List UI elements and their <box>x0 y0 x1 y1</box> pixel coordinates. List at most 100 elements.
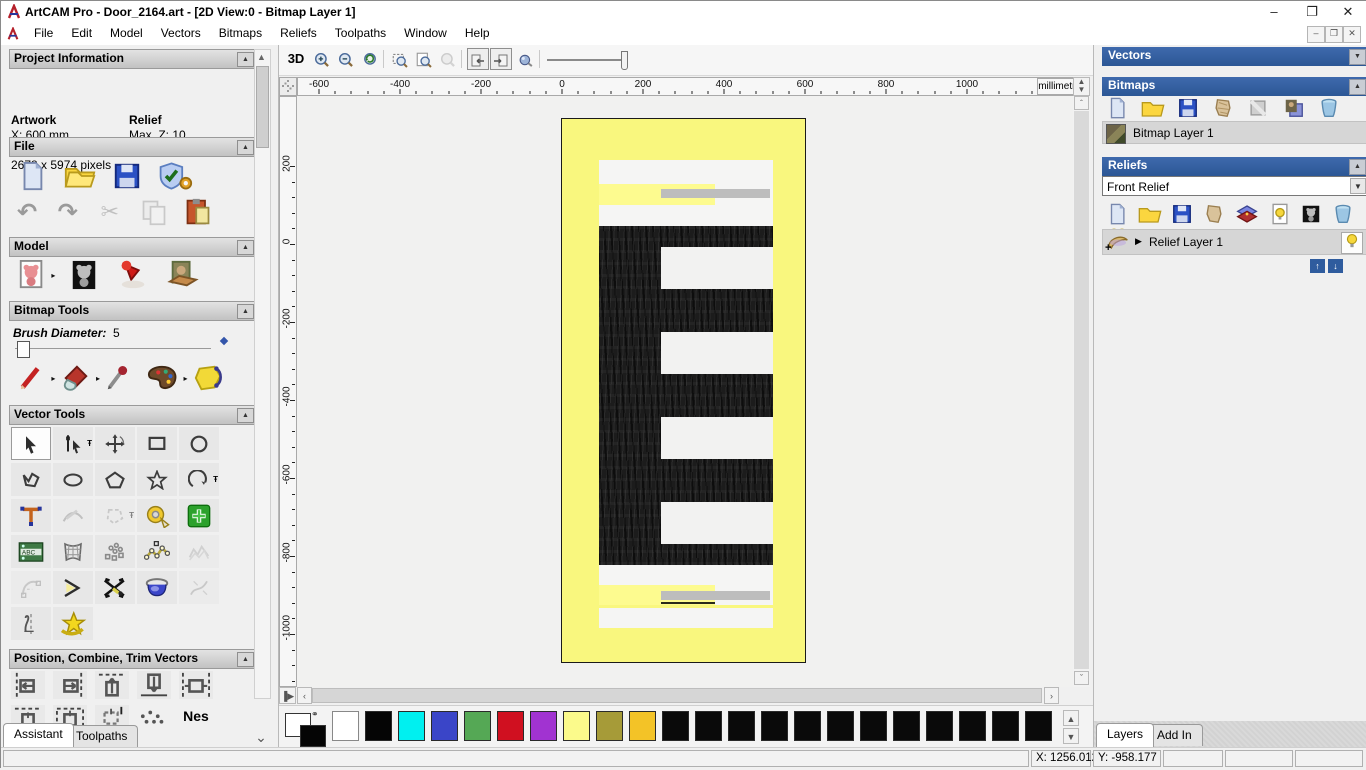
scroll-down-icon[interactable]: ˇ <box>1074 671 1089 685</box>
new-layer-icon[interactable] <box>1106 97 1128 119</box>
layer-visibility-icon[interactable] <box>1270 203 1290 225</box>
menu-reliefs[interactable]: Reliefs <box>271 23 326 43</box>
delete-crumple-icon[interactable] <box>1212 97 1234 119</box>
rectangle-icon[interactable] <box>137 427 177 460</box>
redo-icon[interactable]: ↷ <box>58 198 78 226</box>
link-colours-icon[interactable]: ⚭ <box>311 709 319 720</box>
restore-icon[interactable]: ❐ <box>1295 1 1329 23</box>
section-icon[interactable] <box>11 607 51 640</box>
collapse-up-icon[interactable]: ▲ <box>237 140 254 155</box>
measure-icon[interactable] <box>137 499 177 532</box>
collapse-up-icon[interactable]: ▲ <box>1349 159 1366 175</box>
expander-icon[interactable]: ▶ <box>1135 236 1142 247</box>
collapse-up-icon[interactable]: ▲ <box>237 408 254 423</box>
weld-icon[interactable] <box>137 571 177 604</box>
scroll-thumb[interactable] <box>256 66 269 148</box>
mdi-restore-icon[interactable]: ❐ <box>1325 26 1343 43</box>
visibility-bulb-icon[interactable] <box>1341 232 1363 254</box>
open-icon[interactable] <box>64 161 96 191</box>
hscroll-thumb[interactable] <box>312 688 1042 703</box>
bitmaps-header[interactable]: Bitmaps ▲ <box>1102 77 1366 96</box>
node-edit-icon[interactable]: Ŧ <box>53 427 93 460</box>
relief-layer-row[interactable]: + ▶ Relief Layer 1 <box>1102 229 1366 255</box>
section-position-combine-trim[interactable]: Position, Combine, Trim Vectors ▲ <box>9 649 257 669</box>
dropdown-arrow-icon[interactable]: ▼ <box>1350 178 1366 194</box>
paste-plus-icon[interactable] <box>179 499 219 532</box>
menu-model[interactable]: Model <box>101 23 152 43</box>
block-copy-icon[interactable] <box>95 535 135 568</box>
units-spinner[interactable]: ▲ ▼ <box>1073 77 1090 96</box>
polyline-icon[interactable] <box>11 463 51 496</box>
flood-fill-icon[interactable] <box>60 363 92 393</box>
flyout-icon[interactable]: ▸ <box>183 374 187 383</box>
horizontal-scrollbar[interactable]: ‹ › <box>297 687 1073 704</box>
colour-swatch[interactable] <box>629 711 656 741</box>
collapse-up-icon[interactable]: ▲ <box>237 304 254 319</box>
trash-icon[interactable] <box>1332 203 1354 225</box>
colour-swatch[interactable] <box>926 711 953 741</box>
text-block-icon[interactable]: ABC <box>11 535 51 568</box>
collapse-up-icon[interactable]: ▲ <box>237 52 254 67</box>
ellipse-icon[interactable] <box>53 463 93 496</box>
view-3d-button[interactable]: 3D <box>285 48 307 70</box>
colour-swatch[interactable] <box>497 711 524 741</box>
arc-fit-icon[interactable] <box>11 571 51 604</box>
tab-assistant[interactable]: Assistant <box>3 723 74 747</box>
trash-icon[interactable] <box>1318 97 1340 119</box>
tab-layers[interactable]: Layers <box>1096 723 1155 747</box>
reliefs-header[interactable]: Reliefs ▲ <box>1102 157 1366 176</box>
colour-swatch[interactable] <box>1025 711 1052 741</box>
nesting-icon[interactable]: Nes <box>179 705 213 733</box>
cut-icon[interactable]: ✂ <box>101 200 119 225</box>
lighting-icon[interactable] <box>118 259 150 291</box>
mdi-minimize-icon[interactable]: – <box>1307 26 1325 43</box>
menu-help[interactable]: Help <box>456 23 499 43</box>
section-project-information[interactable]: Project Information ▲ <box>9 49 257 69</box>
colour-picker-icon[interactable] <box>104 363 132 393</box>
scatter-icon[interactable] <box>137 705 171 733</box>
menu-vectors[interactable]: Vectors <box>152 23 210 43</box>
colour-swatch[interactable] <box>332 711 359 741</box>
center-horizontal-icon[interactable] <box>179 671 213 699</box>
viewport-2d[interactable] <box>297 96 1073 687</box>
section-file[interactable]: File ▲ <box>9 137 257 157</box>
section-model[interactable]: Model ▲ <box>9 237 257 257</box>
arc-icon[interactable]: Ŧ <box>179 463 219 496</box>
menu-edit[interactable]: Edit <box>62 23 101 43</box>
colour-swatch[interactable] <box>794 711 821 741</box>
secondary-colour-swatch[interactable] <box>300 725 326 747</box>
curve-fit-icon[interactable] <box>179 571 219 604</box>
flyout-icon[interactable]: ▸ <box>51 374 55 383</box>
colour-swatch[interactable] <box>662 711 689 741</box>
save-layer-icon[interactable] <box>1171 203 1193 225</box>
zoom-page-icon[interactable] <box>413 48 435 70</box>
envelope-distort-icon[interactable] <box>53 535 93 568</box>
menu-file[interactable]: File <box>25 23 62 43</box>
model-wizard-icon[interactable] <box>157 161 193 191</box>
combine-layers-icon[interactable] <box>1235 203 1259 225</box>
assistant-scrollbar[interactable]: ▲ <box>254 49 271 699</box>
open-layer-icon[interactable] <box>1141 97 1165 119</box>
colour-swatch[interactable] <box>398 711 425 741</box>
colour-swatch[interactable] <box>893 711 920 741</box>
texture-icon[interactable] <box>166 259 200 291</box>
text-icon[interactable] <box>11 499 51 532</box>
primary-secondary-colours[interactable]: ⚭ <box>285 709 329 747</box>
blank-layer-icon[interactable] <box>1247 97 1269 119</box>
scroll-down-chevron-icon[interactable]: ⌄ <box>251 729 271 747</box>
align-top-icon[interactable] <box>95 671 129 699</box>
colour-swatch[interactable] <box>464 711 491 741</box>
save-layer-icon[interactable] <box>1177 97 1199 119</box>
colour-swatch[interactable] <box>563 711 590 741</box>
text-on-curve-icon[interactable] <box>53 499 93 532</box>
colour-swatch[interactable] <box>761 711 788 741</box>
palette-scroll-down-icon[interactable]: ▼ <box>1063 728 1079 744</box>
trim-icon[interactable] <box>95 571 135 604</box>
colour-swatch[interactable] <box>530 711 557 741</box>
circle-icon[interactable] <box>179 427 219 460</box>
section-bitmap-tools[interactable]: Bitmap Tools ▲ <box>9 301 257 321</box>
colour-swatch[interactable] <box>827 711 854 741</box>
colour-swatch[interactable] <box>860 711 887 741</box>
zoom-box-icon[interactable] <box>389 48 411 70</box>
merge-layer-icon[interactable] <box>1283 97 1305 119</box>
